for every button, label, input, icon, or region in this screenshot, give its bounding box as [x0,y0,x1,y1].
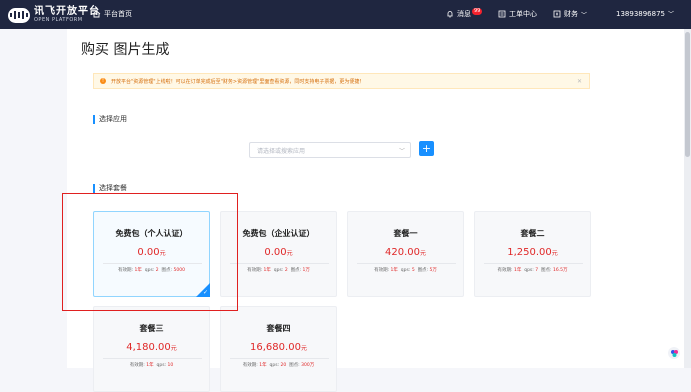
close-icon[interactable]: ✕ [577,78,582,85]
messages-link[interactable]: 消息 99 [446,7,483,19]
highlight-box [62,193,238,311]
finance-icon [553,10,561,18]
divider [484,263,583,264]
page-title: 购买 图片生成 [81,42,170,58]
top-nav-bar: 讯飞开放平台 OPEN PLATFORM 平台首页 消息 99 工单中心 财务 … [0,0,691,29]
package-specs: 有效期: 1年 qps: 2 图点: 1万 [247,268,310,273]
select-app-label: 选择应用 [99,115,127,123]
logo-subtitle: OPEN PLATFORM [34,17,83,23]
ticket-center-link[interactable]: 工单中心 [498,9,537,19]
divider [357,263,456,264]
divider [230,263,329,264]
messages-label: 消息 [457,10,471,18]
package-specs: 有效期: 1年 qps: 10 [129,363,174,368]
platform-logo[interactable]: 讯飞开放平台 OPEN PLATFORM [8,5,100,25]
scrollbar-thumb[interactable] [685,32,690,157]
package-card-plan-3[interactable]: 套餐三 4,180.00元 有效期: 1年 qps: 10 [93,306,210,392]
package-card-plan-4[interactable]: 套餐四 16,680.00元 有效期: 1年 qps: 20 图点: 300万 [220,306,337,392]
notice-banner: ! 开放平台"资源管理"上线啦！可以在订单完成后至"财务>资源管理"里面查看资源… [93,73,590,89]
divider [103,358,202,359]
package-price: 16,680.00元 [250,342,307,353]
logo-title: 讯飞开放平台 [34,6,100,17]
package-specs: 有效期: 1年 qps: 7 图点: 16.5万 [497,268,568,273]
finance-menu[interactable]: 财务 ﹀ [553,9,587,19]
finance-label: 财务 [564,10,578,18]
package-name: 套餐二 [520,229,545,238]
logo-icon [8,7,30,23]
select-package-label: 选择套餐 [99,184,127,192]
tickets-label: 工单中心 [509,10,537,18]
package-name: 套餐四 [266,324,291,333]
select-package-heading: 选择套餐 [93,183,127,193]
user-phone: 13893896875 [616,9,665,18]
assistant-float-button[interactable] [668,347,680,359]
app-select[interactable]: 请选择或搜索应用 ﹀ [249,142,411,158]
package-price: 0.00元 [264,247,293,258]
select-app-heading: 选择应用 [93,114,127,124]
package-card-plan-1[interactable]: 套餐一 420.00元 有效期: 1年 qps: 5 图点: 5万 [347,211,464,297]
package-specs: 有效期: 1年 qps: 20 图点: 300万 [242,363,315,368]
bell-icon [447,11,453,18]
assistant-icon [670,349,678,357]
user-menu[interactable]: 13893896875 ﹀ [616,9,675,19]
chevron-down-icon: ﹀ [581,11,588,19]
package-specs: 有效期: 1年 qps: 5 图点: 5万 [374,268,437,273]
add-app-button[interactable]: + [419,141,434,156]
package-name: 免费包（企业认证） [242,229,315,238]
package-name: 套餐三 [139,324,164,333]
package-price: 1,250.00元 [507,247,558,258]
ticket-icon [498,10,506,18]
messages-badge: 99 [472,7,483,15]
home-link[interactable]: 平台首页 [92,9,132,19]
package-price: 4,180.00元 [126,342,177,353]
package-card-plan-2[interactable]: 套餐二 1,250.00元 有效期: 1年 qps: 7 图点: 16.5万 [474,211,591,297]
chevron-down-icon: ﹀ [668,11,675,18]
warning-icon: ! [100,78,106,84]
home-icon [92,10,101,18]
home-label: 平台首页 [104,10,132,18]
notice-text: 开放平台"资源管理"上线啦！可以在订单完成后至"财务>资源管理"里面查看资源，同… [111,78,365,85]
divider [230,358,329,359]
app-select-placeholder: 请选择或搜索应用 [257,147,306,155]
chevron-down-icon: ﹀ [398,148,405,155]
package-price: 420.00元 [384,247,426,258]
package-name: 套餐一 [393,229,418,238]
